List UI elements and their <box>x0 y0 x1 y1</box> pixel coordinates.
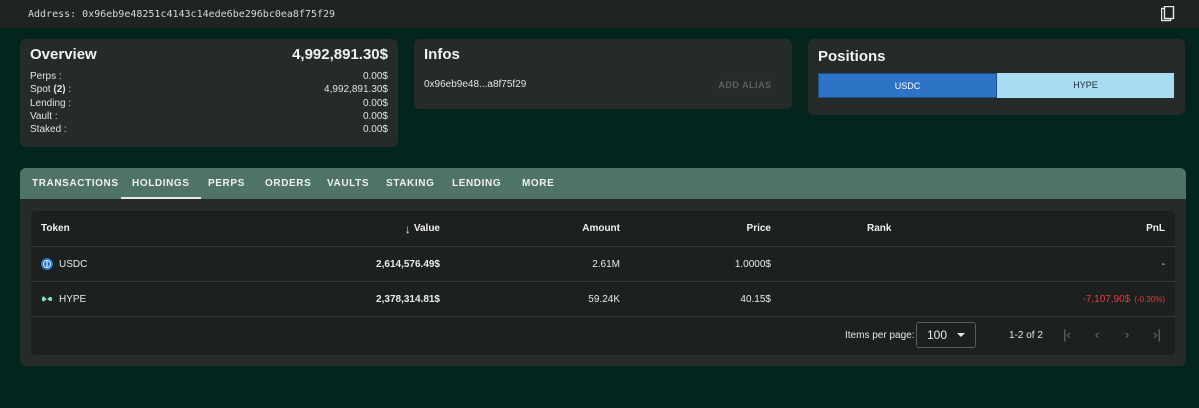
tab-orders[interactable]: ORDERS <box>265 168 311 199</box>
overview-label: Staked : <box>30 124 67 136</box>
tab-lending[interactable]: LENDING <box>452 168 501 199</box>
hype-icon <box>41 296 53 302</box>
previous-page-icon[interactable]: ‹ <box>1089 327 1105 343</box>
row-amount: 2.61M <box>592 258 620 270</box>
overview-value: 0.00$ <box>362 97 388 109</box>
table-row[interactable]: HYPE 2,378,314.81$ 59.24K 40.15$ -7,107.… <box>31 282 1175 317</box>
overview-value: 0.00$ <box>362 124 388 136</box>
address-bar: Address: 0x96eb9e48251c4143c14ede6be296b… <box>0 0 1199 28</box>
pnl-percent: (-0.30%) <box>1134 294 1165 304</box>
row-token: HYPE <box>41 282 86 316</box>
pagination: Items per page: 100 1-2 of 2 |‹ ‹ › ›| <box>31 316 1175 355</box>
header-value-label: Value <box>413 223 440 234</box>
overview-row-perps: Perps : 0.00$ <box>30 70 388 83</box>
positions-usdc-button[interactable]: USDC <box>818 73 997 98</box>
infos-title: Infos <box>424 46 460 63</box>
header-amount[interactable]: Amount <box>582 211 620 246</box>
row-value: 2,378,314.81$ <box>376 293 440 305</box>
table-row[interactable]: USDC 2,614,576.49$ 2.61M 1.0000$ - <box>31 247 1175 282</box>
sort-down-arrow-icon: ↓ <box>404 221 411 236</box>
overview-row-staked: Staked : 0.00$ <box>30 123 388 136</box>
infos-address: 0x96eb9e48...a8f75f29 <box>424 79 527 90</box>
overview-value: 0.00$ <box>362 71 388 82</box>
overview-value: 0.00$ <box>362 110 388 122</box>
copy-icon[interactable] <box>1161 6 1175 22</box>
overview-total: 4,992,891.30$ <box>292 46 388 63</box>
items-per-page-select[interactable]: 100 <box>916 322 976 348</box>
first-page-icon[interactable]: |‹ <box>1059 327 1075 343</box>
caret-down-icon <box>957 333 965 337</box>
overview-card: Overview 4,992,891.30$ Perps : 0.00$ Spo… <box>20 39 398 147</box>
positions-hype-button[interactable]: HYPE <box>997 73 1174 98</box>
overview-rows: Perps : 0.00$ Spot (2) : 4,992,891.30$ L… <box>30 70 388 136</box>
infos-card: Infos 0x96eb9e48...a8f75f29 ADD ALIAS <box>414 39 792 109</box>
tab-transactions[interactable]: TRANSACTIONS <box>32 168 119 199</box>
last-page-icon[interactable]: ›| <box>1149 327 1165 343</box>
overview-label: Perps : <box>30 71 62 82</box>
overview-title: Overview <box>30 46 97 63</box>
next-page-icon[interactable]: › <box>1119 327 1135 343</box>
row-pnl: - <box>1162 247 1165 281</box>
address-text: Address: 0x96eb9e48251c4143c14ede6be296b… <box>28 8 336 20</box>
overview-label-prefix: Spot <box>30 84 54 96</box>
overview-label-suffix: : <box>65 84 72 96</box>
header-rank[interactable]: Rank <box>867 211 891 246</box>
overview-row-vault: Vault : 0.00$ <box>30 110 388 123</box>
overview-row-spot: Spot (2) : 4,992,891.30$ <box>30 83 388 96</box>
overview-label: Vault : <box>30 110 58 122</box>
header-pnl[interactable]: PnL <box>1146 211 1165 246</box>
holdings-panel: TRANSACTIONS HOLDINGS PERPS ORDERS VAULT… <box>20 168 1186 366</box>
overview-label: Spot (2) : <box>30 83 71 96</box>
row-value: 2,614,576.49$ <box>376 258 440 270</box>
tab-bar: TRANSACTIONS HOLDINGS PERPS ORDERS VAULT… <box>20 168 1186 199</box>
positions-toggle: USDC HYPE <box>818 73 1174 98</box>
tab-staking[interactable]: STAKING <box>386 168 434 199</box>
header-value[interactable]: ↓ Value <box>405 211 440 246</box>
pnl-value: - <box>1161 258 1165 270</box>
usdc-icon <box>41 258 53 270</box>
table-header: Token ↓ Value Amount Price Rank PnL <box>31 211 1175 247</box>
tab-holdings[interactable]: HOLDINGS <box>121 168 201 199</box>
items-per-page-value: 100 <box>927 328 948 342</box>
row-price: 1.0000$ <box>734 258 771 270</box>
tab-perps[interactable]: PERPS <box>208 168 245 199</box>
token-name: HYPE <box>59 293 87 305</box>
positions-title: Positions <box>818 48 886 65</box>
items-per-page-label: Items per page: <box>845 330 915 341</box>
header-token[interactable]: Token <box>41 211 70 246</box>
header-price[interactable]: Price <box>747 211 771 246</box>
row-token: USDC <box>41 247 87 281</box>
token-name: USDC <box>59 258 88 270</box>
tab-more[interactable]: MORE <box>522 168 554 199</box>
pnl-value: -7,107.90$ <box>1082 293 1131 305</box>
overview-label: Lending : <box>30 97 72 109</box>
overview-label-count: (2) <box>53 84 66 96</box>
row-amount: 59.24K <box>588 293 620 305</box>
tab-vaults[interactable]: VAULTS <box>327 168 369 199</box>
page-range: 1-2 of 2 <box>1009 330 1043 341</box>
overview-value: 4,992,891.30$ <box>324 84 388 96</box>
row-pnl: -7,107.90$ (-0.30%) <box>1082 282 1165 316</box>
row-price: 40.15$ <box>740 293 771 305</box>
overview-row-lending: Lending : 0.00$ <box>30 97 388 110</box>
holdings-table: Token ↓ Value Amount Price Rank PnL USDC… <box>31 211 1175 355</box>
positions-card: Positions USDC HYPE <box>808 39 1185 115</box>
add-alias-button[interactable]: ADD ALIAS <box>714 75 776 95</box>
